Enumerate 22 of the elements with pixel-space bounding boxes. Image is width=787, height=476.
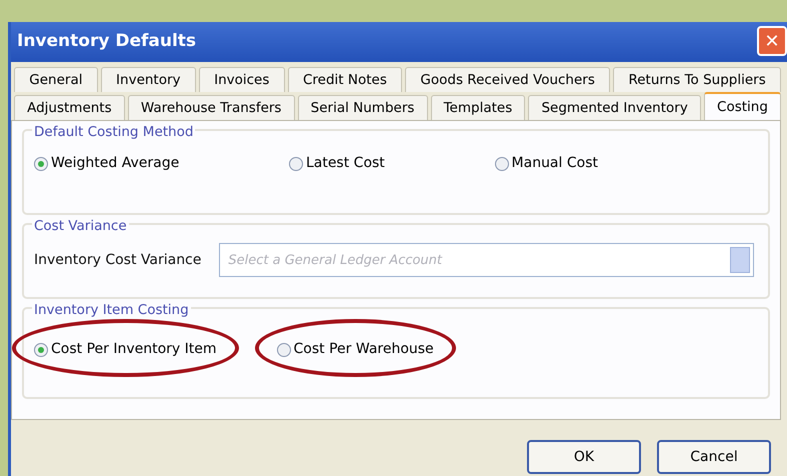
tab[interactable]: Templates [430, 95, 526, 120]
dialog-button[interactable]: Cancel [657, 440, 771, 474]
tab[interactable]: Goods Received Vouchers [405, 67, 610, 92]
tab[interactable]: Serial Numbers [298, 95, 428, 120]
field-label: Inventory Cost Variance [34, 250, 202, 270]
window-title: Inventory Defaults [17, 30, 196, 54]
tab[interactable]: Warehouse Transfers [128, 95, 295, 120]
account-dropdown[interactable]: Select a General Ledger Account [219, 243, 754, 277]
radio-option[interactable]: Weighted Average [34, 153, 180, 174]
radio-option[interactable]: Cost Per Warehouse [276, 339, 434, 360]
tab[interactable]: Inventory [100, 67, 196, 92]
tab[interactable]: Costing [704, 92, 782, 120]
dialog-button[interactable]: OK [527, 440, 641, 474]
radio-option[interactable]: Cost Per Inventory Item [34, 339, 217, 360]
tab[interactable]: Credit Notes [288, 67, 402, 92]
tab[interactable]: General [14, 67, 98, 92]
tab[interactable]: Segmented Inventory [528, 95, 701, 120]
tab[interactable]: Returns To Suppliers [613, 67, 782, 92]
radio-option[interactable]: Latest Cost [288, 153, 385, 174]
tab[interactable]: Invoices [198, 67, 285, 92]
tab[interactable]: Adjustments [14, 95, 125, 120]
radio-option[interactable]: Manual Cost [494, 153, 598, 174]
